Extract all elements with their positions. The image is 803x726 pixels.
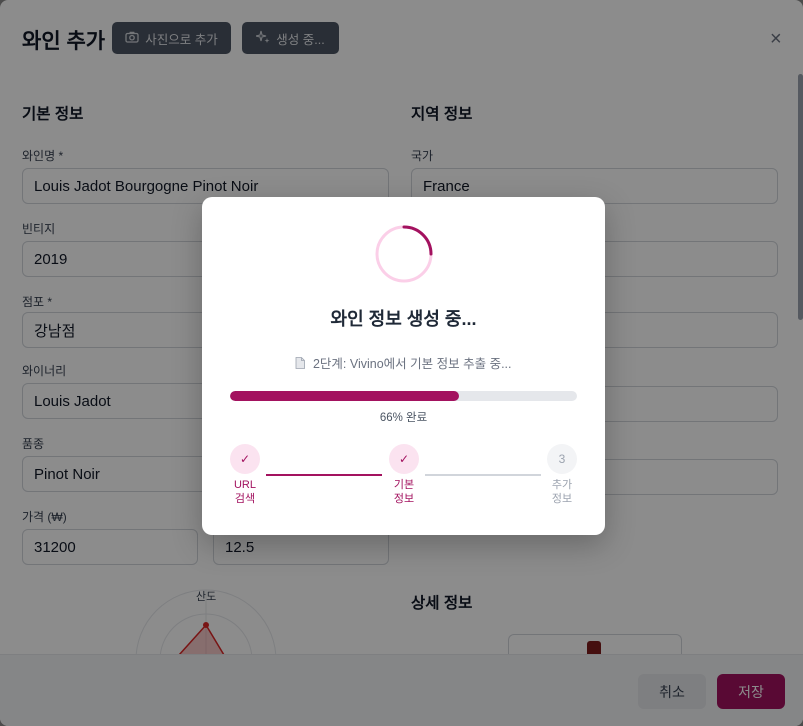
step-1-label: URL 검색 bbox=[215, 478, 275, 506]
current-step-label: 2단계: Vivino에서 기본 정보 추출 중... bbox=[312, 357, 512, 371]
step-1-label-line2: 검색 bbox=[234, 493, 256, 505]
loading-spinner-icon bbox=[375, 225, 433, 283]
step-1-label-line1: URL bbox=[233, 479, 256, 491]
step-2-label-line2: 정보 bbox=[393, 493, 415, 505]
progress-fill bbox=[230, 391, 460, 401]
step-3-label: 추가 정보 bbox=[532, 478, 592, 506]
current-step-text: 2단계: Vivino에서 기본 정보 추출 중... bbox=[202, 353, 605, 372]
progress-bar bbox=[230, 391, 577, 401]
progress-label: 66% 완료 bbox=[379, 412, 428, 424]
modal-title: 와인 정보 생성 중... bbox=[330, 309, 477, 329]
step-3-circle: 3 bbox=[547, 444, 577, 474]
step-connector-2 bbox=[425, 474, 541, 476]
step-1-circle: ✓ bbox=[230, 444, 260, 474]
step-2-circle: ✓ bbox=[389, 444, 419, 474]
step-3-label-line2: 정보 bbox=[551, 493, 573, 505]
generating-modal: 와인 정보 생성 중... 2단계: Vivino에서 기본 정보 추출 중..… bbox=[202, 197, 605, 535]
step-2-label-line1: 기본 bbox=[393, 479, 415, 491]
step-3-label-line1: 추가 bbox=[551, 479, 573, 491]
document-icon bbox=[295, 357, 312, 371]
step-connector-1 bbox=[266, 474, 382, 476]
step-2-label: 기본 정보 bbox=[374, 478, 434, 506]
